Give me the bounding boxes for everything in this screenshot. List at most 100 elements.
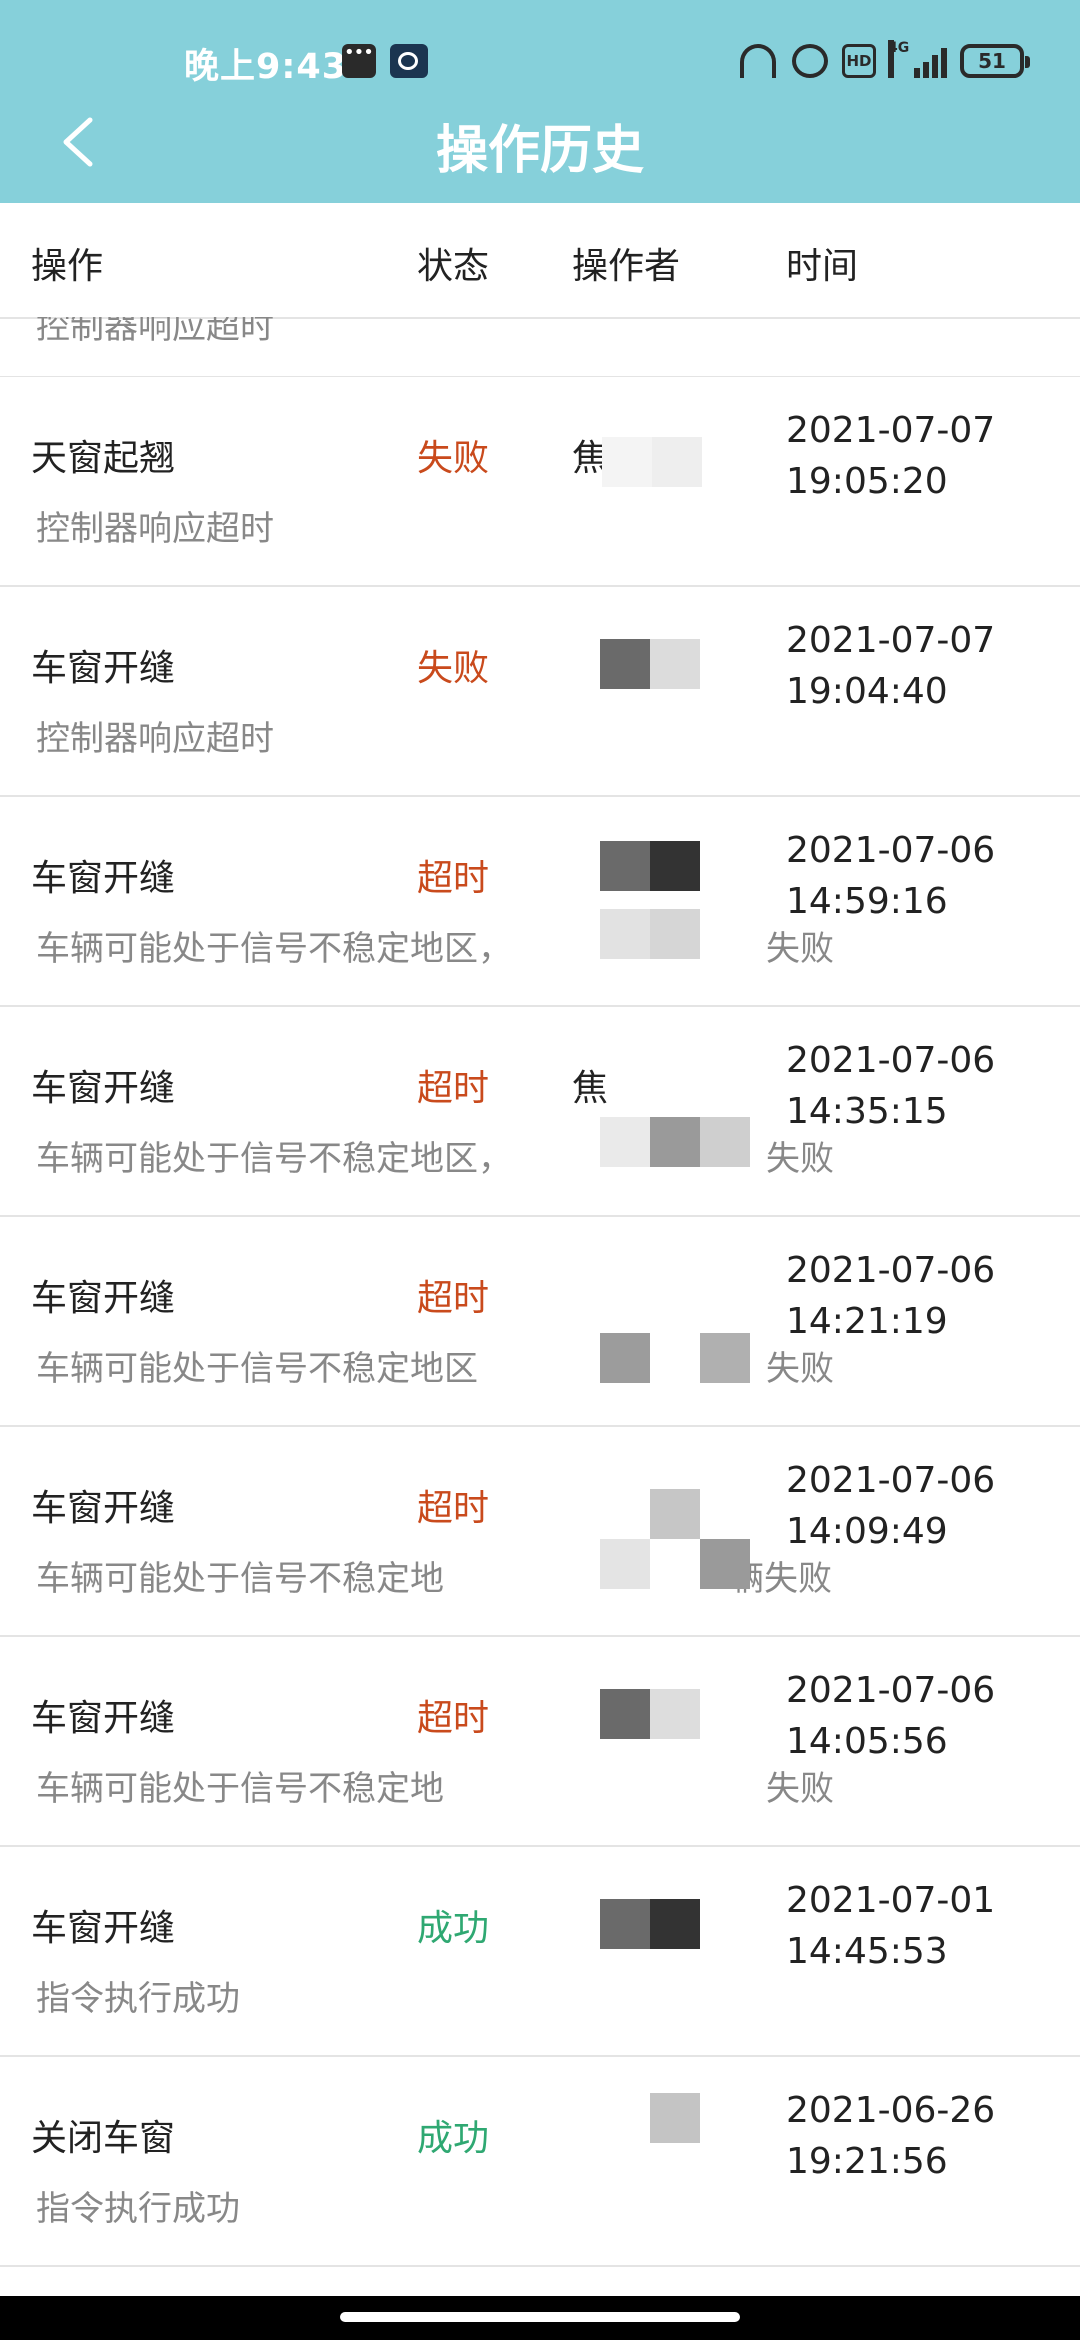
home-indicator[interactable] [340,2312,740,2322]
row-clock: 14:35:15 [786,1091,948,1132]
row-message-tail: 失败 [766,929,834,969]
row-message-tail: 失败 [766,1769,834,1809]
page-title: 操作历史 [435,121,644,181]
row-date: 2021-07-06 [786,1670,996,1711]
list-item[interactable]: 车窗开缝 失败 2021-07-07 19:04:40 控制器响应超时 [0,587,1080,797]
column-time: 时间 [786,246,859,287]
pixelated-redaction [650,841,700,891]
row-date: 2021-07-07 [786,410,996,451]
row-status: 超时 [417,1278,490,1319]
row-time: 2021-07-01 14:45:53 [786,1875,995,1977]
column-header: 操作 状态 操作者 时间 [0,203,1080,319]
status-bar: 晚上9:43 HD 4G 51 [0,0,1080,120]
column-operator: 操作者 [572,246,681,287]
row-status: 失败 [417,438,490,479]
system-nav-bar [0,2296,1080,2340]
app-header: 晚上9:43 HD 4G 51 操作历史 [0,0,1080,203]
alarm-icon [792,44,828,78]
row-message: 控制器响应超时 [36,509,274,549]
pixelated-redaction [600,909,650,959]
row-date: 2021-07-07 [786,620,996,661]
row-message: 车辆可能处于信号不稳定地 [36,1769,444,1809]
row-message: 控制器响应超时 [36,317,274,347]
row-status: 超时 [417,1068,490,1109]
pixelated-redaction [600,1899,650,1949]
row-status: 超时 [417,858,490,899]
hicall-icon [390,44,428,78]
row-operation: 关闭车窗 [31,2118,176,2159]
network-type: 4G [888,40,909,78]
row-clock: 19:04:40 [786,671,948,712]
list-item[interactable]: 车窗开缝 成功 2021-07-01 14:45:53 指令执行成功 [0,1847,1080,2057]
list-item[interactable]: 车窗开缝 超时 2021-07-06 14:05:56 车辆可能处于信号不稳定地… [0,1637,1080,1847]
pixelated-redaction [602,437,652,487]
pixelated-redaction [650,909,700,959]
row-operation: 车窗开缝 [31,858,176,899]
row-operation: 车窗开缝 [31,1908,176,1949]
list-item[interactable]: 关闭车窗 成功 2021-06-26 19:21:56 指令执行成功 [0,2057,1080,2267]
row-message: 车辆可能处于信号不稳定地区， [36,1139,512,1179]
row-operation: 天窗起翘 [31,438,176,479]
pixelated-redaction [650,2093,700,2143]
row-clock: 14:09:49 [786,1511,948,1552]
row-message: 指令执行成功 [36,1979,240,2019]
row-time: 2021-07-06 14:35:15 [786,1035,995,1137]
row-operation: 车窗开缝 [31,1068,176,1109]
pixelated-redaction [700,1117,750,1167]
row-date: 2021-07-06 [786,1040,996,1081]
pixelated-redaction [650,1489,700,1539]
column-operation: 操作 [31,246,104,287]
signal-icon: 4G [888,40,947,78]
pixelated-redaction [650,1117,700,1167]
pixelated-redaction [650,1899,700,1949]
row-time: 2021-07-06 14:09:49 [786,1455,995,1557]
message-icon [342,42,376,78]
row-operation: 车窗开缝 [31,1488,176,1529]
row-clock: 19:21:56 [786,2141,948,2182]
list-item[interactable]: 车窗开缝 超时 焦 2021-07-06 14:35:15 车辆可能处于信号不稳… [0,1007,1080,1217]
row-message: 指令执行成功 [36,2189,240,2229]
row-time: 2021-07-07 19:05:20 [786,405,995,507]
row-status: 成功 [417,1908,490,1949]
pixelated-redaction [600,1539,650,1589]
list-item[interactable]: 车窗开缝 超时 2021-07-06 14:59:16 车辆可能处于信号不稳定地… [0,797,1080,1007]
row-clock: 14:21:19 [786,1301,948,1342]
row-clock: 14:45:53 [786,1931,948,1972]
row-clock: 19:05:20 [786,461,948,502]
row-time: 2021-06-26 19:21:56 [786,2085,995,2187]
pixelated-redaction [652,437,702,487]
pixelated-redaction [650,639,700,689]
column-status: 状态 [417,246,490,287]
pixelated-redaction [650,1689,700,1739]
row-message: 车辆可能处于信号不稳定地区， [36,929,512,969]
row-time: 2021-07-06 14:05:56 [786,1665,995,1767]
row-message: 车辆可能处于信号不稳定地 [36,1559,444,1599]
row-clock: 14:59:16 [786,881,948,922]
row-message: 车辆可能处于信号不稳定地区 [36,1349,478,1389]
row-time: 2021-07-07 19:04:40 [786,615,995,717]
list-item[interactable]: 车窗开缝 超时 2021-07-06 14:09:49 车辆可能处于信号不稳定地… [0,1427,1080,1637]
row-date: 2021-07-01 [786,1880,996,1921]
list-item[interactable]: 车窗开缝 超时 2021-07-06 14:21:19 车辆可能处于信号不稳定地… [0,1217,1080,1427]
row-time: 2021-07-06 14:21:19 [786,1245,995,1347]
pixelated-redaction [600,1333,650,1383]
list-item-partial[interactable]: 控制器响应超时 [0,317,1080,378]
row-date: 2021-07-06 [786,1460,996,1501]
row-clock: 14:05:56 [786,1721,948,1762]
battery-icon: 51 [960,44,1030,78]
history-list: 天窗起翘 失败 焦 2021-07-07 19:05:20 控制器响应超时 车窗… [0,377,1080,2267]
row-date: 2021-06-26 [786,2090,996,2131]
row-operation: 车窗开缝 [31,1698,176,1739]
row-operator: 焦 [572,1068,609,1109]
row-status: 超时 [417,1488,490,1529]
row-message-tail: 失败 [766,1139,834,1179]
row-message-tail: 失败 [766,1349,834,1389]
list-item[interactable]: 天窗起翘 失败 焦 2021-07-07 19:05:20 控制器响应超时 [0,377,1080,587]
row-time: 2021-07-06 14:59:16 [786,825,995,927]
row-status: 超时 [417,1698,490,1739]
pixelated-redaction [600,841,650,891]
row-operation: 车窗开缝 [31,648,176,689]
pixelated-redaction [600,1689,650,1739]
row-message: 控制器响应超时 [36,719,274,759]
pixelated-redaction [700,1333,750,1383]
